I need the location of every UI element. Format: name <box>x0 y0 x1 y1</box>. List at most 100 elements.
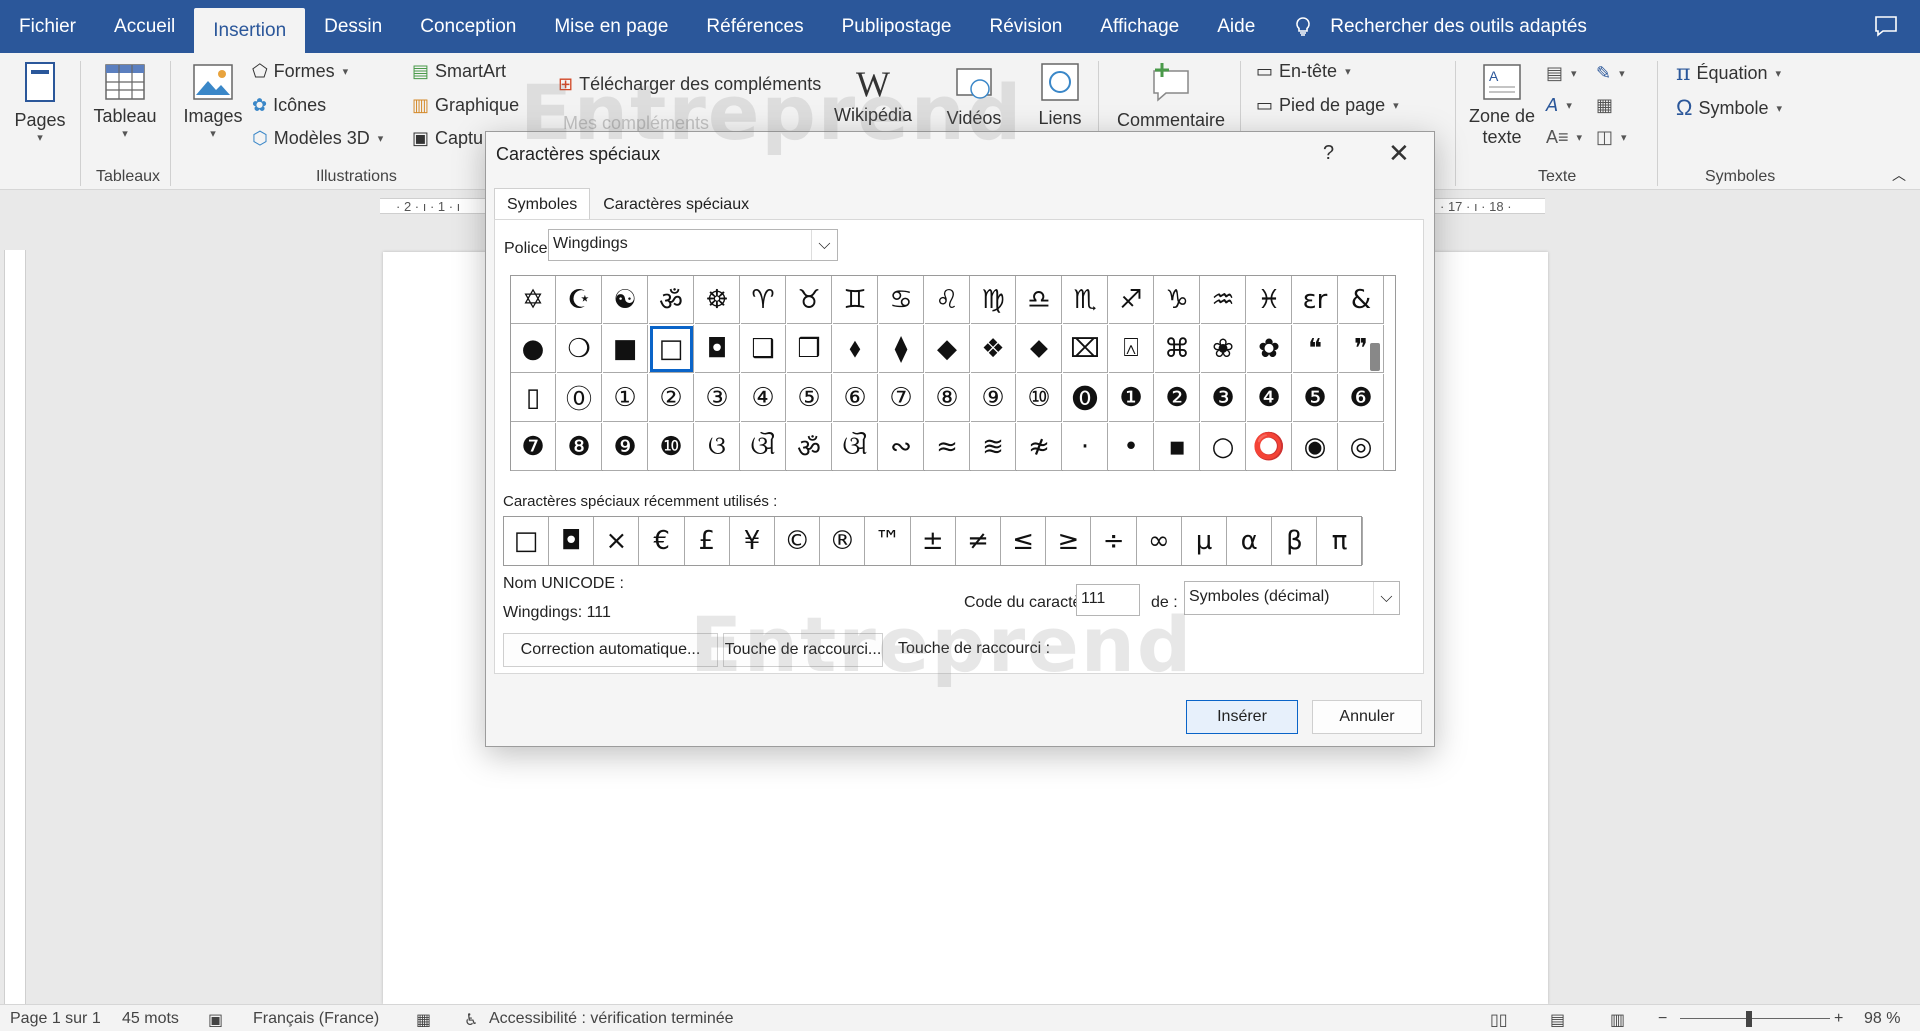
symbol-cell[interactable]: ● <box>511 325 556 373</box>
symbol-grid-scrollbar[interactable] <box>1370 343 1380 371</box>
images-button[interactable]: Images ▾ <box>180 63 246 140</box>
symbol-cell[interactable]: ◆ <box>925 325 970 373</box>
symbol-cell[interactable]: ❻ <box>1339 374 1384 422</box>
recent-symbol-cell[interactable]: µ <box>1182 517 1227 565</box>
cancel-button[interactable]: Annuler <box>1312 700 1422 734</box>
symbol-cell[interactable]: ⌘ <box>1155 325 1200 373</box>
recent-symbol-cell[interactable]: ≥ <box>1046 517 1092 565</box>
close-icon[interactable]: ✕ <box>1388 138 1410 169</box>
symbol-cell[interactable]: ♋ <box>879 276 924 324</box>
links-button[interactable]: Liens <box>1032 61 1088 129</box>
symbol-cell[interactable]: ⧫ <box>879 325 924 373</box>
recent-symbol-cell[interactable]: ◘ <box>549 517 595 565</box>
symbol-cell[interactable]: ♎ <box>1017 276 1062 324</box>
web-layout-icon[interactable]: ▥ <box>1610 1010 1625 1030</box>
symbol-cell[interactable]: ♈ <box>741 276 786 324</box>
symbol-button[interactable]: Ω Symbole ▾ <box>1676 95 1782 121</box>
menu-item-10[interactable]: Aide <box>1198 0 1274 53</box>
header-button[interactable]: ▭ En-tête ▾ <box>1256 61 1351 82</box>
symbol-cell[interactable]: ⓿ <box>1063 374 1108 422</box>
de-select[interactable]: Symboles (décimal) ⌵ <box>1184 581 1400 615</box>
symbol-cell[interactable]: ⑦ <box>879 374 924 422</box>
pages-button[interactable]: Pages ▾ <box>14 61 66 144</box>
symbol-cell[interactable]: ⑩ <box>1017 374 1062 422</box>
icons-button[interactable]: ✿ Icônes <box>252 95 326 116</box>
menu-item-3[interactable]: Dessin <box>305 0 401 53</box>
proofing-icon[interactable]: ▣ <box>208 1010 223 1030</box>
recent-symbol-cell[interactable]: π <box>1318 517 1363 565</box>
symbol-cell[interactable]: ① <box>603 374 648 422</box>
insert-button[interactable]: Insérer <box>1186 700 1298 734</box>
recent-symbol-cell[interactable]: ≠ <box>956 517 1001 565</box>
recent-symbol-cell[interactable]: £ <box>685 517 730 565</box>
symbol-cell[interactable]: ⑨ <box>971 374 1016 422</box>
macro-icon[interactable]: ▦ <box>416 1010 431 1030</box>
recent-symbol-cell[interactable]: ≤ <box>1001 517 1047 565</box>
autocorrect-button[interactable]: Correction automatique... <box>503 633 718 667</box>
symbol-cell[interactable]: ▯ <box>511 374 556 422</box>
symbol-cell[interactable]: ⍓ <box>1109 325 1154 373</box>
word-count[interactable]: 45 mots <box>122 1010 179 1028</box>
menu-item-0[interactable]: Fichier <box>0 0 95 53</box>
symbol-cell[interactable]: ❝ <box>1293 325 1338 373</box>
recent-symbol-cell[interactable]: ÷ <box>1092 517 1137 565</box>
menu-item-8[interactable]: Révision <box>970 0 1081 53</box>
symbol-cell[interactable]: ⬧ <box>833 325 878 373</box>
symbol-cell[interactable]: ❼ <box>511 423 556 471</box>
recent-symbol-cell[interactable]: ® <box>820 517 866 565</box>
symbol-cell[interactable]: ♌ <box>925 276 970 324</box>
search-tools[interactable]: Rechercher des outils adaptés <box>1292 16 1587 38</box>
symbol-cell[interactable]: ⑤ <box>787 374 832 422</box>
menu-item-2[interactable]: Insertion <box>194 8 306 53</box>
table-button[interactable]: Tableau ▾ <box>92 63 158 140</box>
zoom-slider-track[interactable] <box>1680 1018 1830 1019</box>
symbol-cell[interactable]: ଓ <box>695 423 740 471</box>
symbol-cell[interactable]: ❶ <box>1109 374 1154 422</box>
recent-symbol-cell[interactable]: ¥ <box>730 517 775 565</box>
accessibility-status[interactable]: Accessibilité : vérification terminée <box>489 1010 734 1028</box>
recent-symbol-cell[interactable]: ± <box>911 517 956 565</box>
language[interactable]: Français (France) <box>253 1010 379 1028</box>
recent-symbol-cell[interactable]: □ <box>504 517 549 565</box>
symbol-cell[interactable]: & <box>1339 276 1384 324</box>
symbol-cell[interactable]: ❷ <box>1155 374 1200 422</box>
menu-item-4[interactable]: Conception <box>401 0 535 53</box>
symbol-cell[interactable]: ♉ <box>787 276 832 324</box>
symbol-cell[interactable]: ≋ <box>971 423 1016 471</box>
chart-button[interactable]: ▥ Graphique <box>412 95 519 116</box>
tab-caracteres-speciaux[interactable]: Caractères spéciaux <box>590 188 762 220</box>
screenshot-button[interactable]: ▣ Captu <box>412 128 483 149</box>
shapes-button[interactable]: ⬠ Formes ▾ <box>252 61 348 82</box>
recent-symbol-cell[interactable]: ∞ <box>1137 517 1182 565</box>
symbol-cell[interactable]: ⑥ <box>833 374 878 422</box>
symbol-cell[interactable]: ♍ <box>971 276 1016 324</box>
symbol-cell[interactable]: ☯ <box>603 276 648 324</box>
wordart-button[interactable]: 𝘈 ▾ <box>1546 95 1572 116</box>
symbol-cell[interactable]: ≈ <box>925 423 970 471</box>
symbol-cell[interactable]: ✡ <box>511 276 556 324</box>
footer-button[interactable]: ▭ Pied de page ▾ <box>1256 95 1399 116</box>
symbol-cell[interactable]: ❒ <box>787 325 832 373</box>
font-select[interactable]: Wingdings ⌵ <box>548 229 838 261</box>
symbol-cell[interactable]: ♏ <box>1063 276 1108 324</box>
comment-button[interactable]: Commentaire <box>1108 59 1234 131</box>
symbol-cell[interactable]: · <box>1063 423 1108 471</box>
symbol-cell[interactable]: ③ <box>695 374 740 422</box>
recent-symbol-cell[interactable]: β <box>1272 517 1318 565</box>
quickparts-button[interactable]: ▤ ▾ <box>1546 63 1577 84</box>
smartart-button[interactable]: ▤ SmartArt <box>412 61 506 82</box>
symbol-cell[interactable]: ❺ <box>1293 374 1338 422</box>
object-button[interactable]: ◫ ▾ <box>1596 127 1627 148</box>
textbox-button[interactable]: A Zone de texte <box>1466 63 1538 148</box>
symbol-cell[interactable]: ④ <box>741 374 786 422</box>
recent-symbol-cell[interactable]: α <box>1227 517 1273 565</box>
collapse-ribbon-icon[interactable]: ︿ <box>1892 165 1906 185</box>
symbol-cell[interactable]: ⌧ <box>1063 325 1108 373</box>
datetime-button[interactable]: ▦ <box>1596 95 1613 116</box>
symbol-cell[interactable]: ■ <box>603 325 648 373</box>
symbol-cell[interactable]: ❸ <box>1201 374 1246 422</box>
menu-item-9[interactable]: Affichage <box>1081 0 1198 53</box>
3d-models-button[interactable]: ⬡ Modèles 3D ▾ <box>252 128 383 149</box>
signature-button[interactable]: ✎ ▾ <box>1596 63 1625 84</box>
symbol-cell[interactable]: ❀ <box>1201 325 1246 373</box>
